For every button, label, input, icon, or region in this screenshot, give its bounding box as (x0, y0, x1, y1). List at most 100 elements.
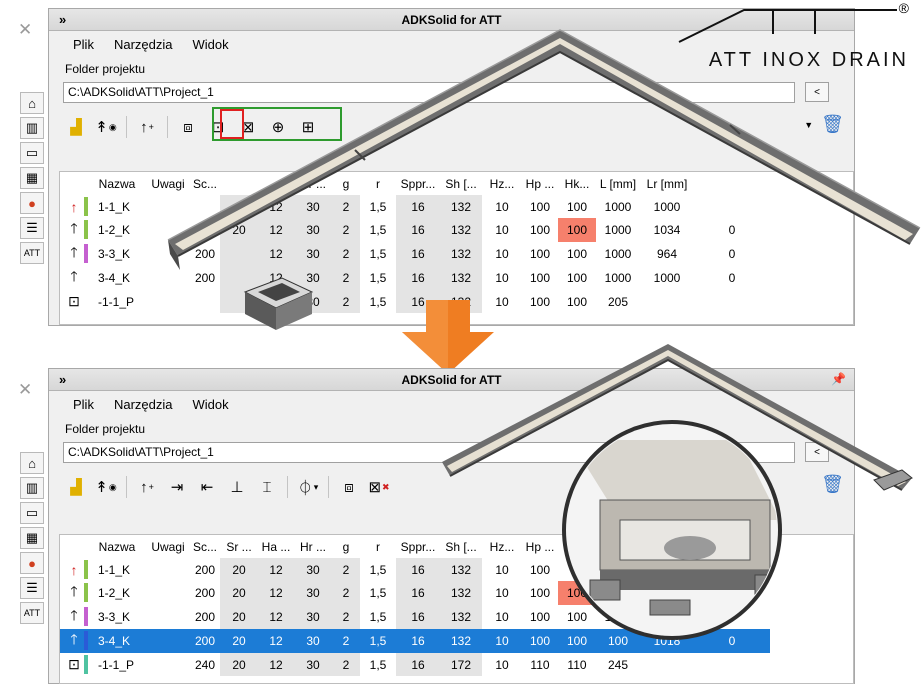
cell-value[interactable]: 200 (190, 218, 220, 242)
cell-name[interactable]: 1-2_K (88, 218, 146, 242)
column-header[interactable]: L [mm] (596, 172, 640, 195)
cell-value[interactable]: 12 (258, 629, 294, 653)
cell-value[interactable]: 20 (220, 629, 258, 653)
menu-widok[interactable]: Widok (192, 397, 228, 412)
cell-value[interactable] (146, 266, 190, 290)
cell-value[interactable]: 2 (332, 242, 360, 266)
add-element-icon[interactable]: ↑ + (134, 114, 160, 140)
cell-value[interactable]: 30 (294, 581, 332, 605)
cell-value[interactable]: 10 (558, 558, 596, 581)
cell-value[interactable]: 1000 (596, 242, 640, 266)
cell-value[interactable]: 16 (396, 195, 440, 218)
table-row[interactable]: ⊡ -1-1_P 240 20 12 30 2 1,5 16 172 10 110 110 245 (60, 653, 770, 676)
menu-widok[interactable]: Widok (192, 37, 228, 52)
appearance-icon[interactable]: ● (20, 552, 44, 574)
column-header[interactable]: Ha ... (258, 535, 294, 558)
cell-value[interactable]: 16 (396, 629, 440, 653)
show-arrow-icon[interactable]: ↟ ◉ (93, 474, 119, 500)
cell-value[interactable]: 2 (332, 581, 360, 605)
column-header[interactable]: Nazwa (88, 172, 146, 195)
cell-value[interactable]: 132 (440, 195, 482, 218)
cell-value[interactable]: 0 (694, 266, 770, 290)
cell-value[interactable]: 0 (694, 629, 770, 653)
home-icon[interactable]: ⌂ (20, 452, 44, 474)
browse-button[interactable]: < (805, 442, 829, 462)
cell-value[interactable]: 10 (482, 195, 522, 218)
add-element-icon[interactable]: ↑ + (134, 474, 160, 500)
cell-value[interactable]: 12 (258, 581, 294, 605)
cell-value[interactable]: 0 (694, 218, 770, 242)
cell-value[interactable]: 964 (640, 242, 694, 266)
cell-value[interactable]: 30 (294, 266, 332, 290)
parts-icon[interactable]: ▥ (20, 477, 44, 499)
split-icon[interactable]: ⌶ (254, 474, 280, 500)
cell-value[interactable] (146, 242, 190, 266)
trash-icon[interactable]: 🗑 (821, 474, 844, 495)
cell-value[interactable]: 200 (190, 242, 220, 266)
cell-value[interactable]: 10 (482, 629, 522, 653)
column-header[interactable]: Hp ... (522, 172, 558, 195)
column-header[interactable]: Uwagi (146, 172, 190, 195)
cell-value[interactable]: 20 (220, 558, 258, 581)
folder-path-input[interactable] (63, 81, 795, 103)
show-arrow-icon[interactable]: ↟ ◉ (93, 114, 119, 140)
cell-value[interactable]: 1,5 (360, 242, 396, 266)
cell-value[interactable]: 100 (558, 266, 596, 290)
table-row[interactable]: 🡑 1-2_K 200 20 12 30 2 1,5 16 132 10 100 100 1000 1034… (60, 218, 770, 242)
column-header[interactable]: Uwagi (146, 535, 190, 558)
cell-value[interactable]: 110 (558, 653, 596, 676)
cell-value[interactable]: 964 (640, 605, 694, 629)
cell-value[interactable]: 10 (482, 581, 522, 605)
cell-value[interactable]: 16 (396, 558, 440, 581)
cell-value[interactable]: 100 (558, 581, 596, 605)
cell-name[interactable]: 3-3_K (88, 605, 146, 629)
column-header[interactable] (558, 535, 596, 558)
cell-value[interactable]: 1,5 (360, 653, 396, 676)
cell-value[interactable]: 1,5 (360, 558, 396, 581)
cell-value[interactable]: 12 (258, 195, 294, 218)
cell-value[interactable] (146, 195, 190, 218)
column-header[interactable]: Lr [mm] (640, 172, 694, 195)
cell-value[interactable]: 132 (440, 629, 482, 653)
cell-value[interactable]: 30 (294, 653, 332, 676)
cell-value[interactable]: 2 (332, 558, 360, 581)
cell-value[interactable]: 20 (220, 653, 258, 676)
cell-value[interactable]: 205 (596, 290, 640, 313)
column-header[interactable]: Sc... (190, 535, 220, 558)
cell-value[interactable] (596, 558, 640, 581)
raise-icon[interactable]: ⊥ (224, 474, 250, 500)
table-row[interactable]: 🡑 3-4_K 200 20 12 30 2 1,5 16 132 10 100 100 100 1018 0 (60, 629, 770, 653)
cell-value[interactable]: 0 (694, 242, 770, 266)
column-header[interactable]: Hr ... (294, 172, 332, 195)
cell-value[interactable]: 100 (522, 290, 558, 313)
add-channel-icon[interactable]: ▟ (63, 474, 89, 500)
table-row[interactable]: 🡑 3-3_K 200 20 12 30 2 1,5 16 132 10 100 100 1000 964 0 (60, 605, 770, 629)
column-header[interactable] (258, 172, 294, 195)
cell-value[interactable]: 12 (258, 218, 294, 242)
column-header[interactable]: Sc... (190, 172, 220, 195)
cell-value[interactable]: 20 (220, 218, 258, 242)
cell-value[interactable]: 100 (558, 242, 596, 266)
cell-value[interactable]: 10 (482, 558, 522, 581)
cell-value[interactable]: 132 (440, 218, 482, 242)
cell-value[interactable]: 12 (258, 266, 294, 290)
cell-value[interactable]: 100 (558, 195, 596, 218)
cell-value[interactable]: 16 (396, 242, 440, 266)
cell-value[interactable]: 10 (482, 242, 522, 266)
cell-value[interactable]: 2 (332, 218, 360, 242)
cell-value[interactable]: 1000 (640, 558, 694, 581)
cell-value[interactable]: 132 (440, 581, 482, 605)
cell-value[interactable]: 1000 (596, 266, 640, 290)
column-header[interactable]: Hz... (482, 172, 522, 195)
cell-value[interactable]: 200 (190, 266, 220, 290)
cell-value[interactable]: 2 (332, 653, 360, 676)
cell-value[interactable]: 1,5 (360, 629, 396, 653)
column-header[interactable]: Hk... (558, 172, 596, 195)
cell-value[interactable]: 20 (220, 581, 258, 605)
cell-value[interactable]: 100 (558, 218, 596, 242)
cell-value[interactable]: 132 (440, 266, 482, 290)
cell-name[interactable]: 1-1_K (88, 558, 146, 581)
appearance-icon[interactable]: ● (20, 192, 44, 214)
column-header[interactable] (596, 535, 640, 558)
cell-value[interactable] (190, 195, 220, 218)
